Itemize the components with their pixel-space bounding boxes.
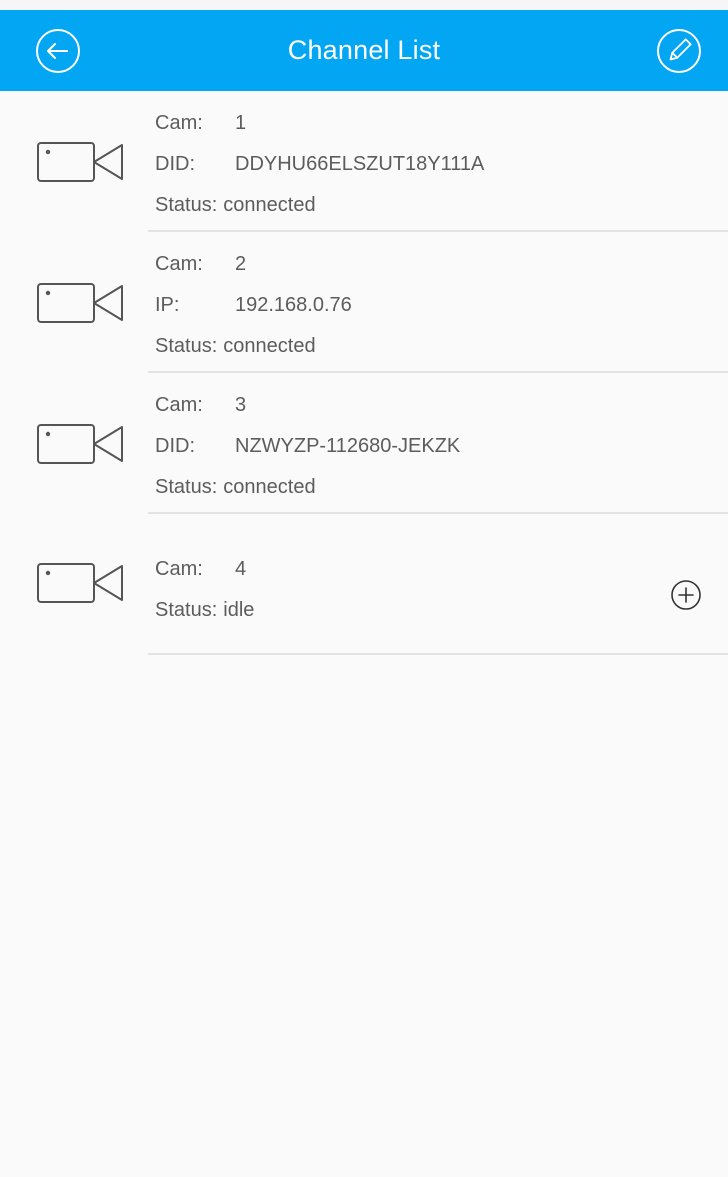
status-value: connected bbox=[223, 476, 316, 498]
device-id-value: DDYHU66ELSZUT18Y111A bbox=[235, 153, 485, 175]
video-camera-icon bbox=[37, 424, 123, 464]
status-value: connected bbox=[223, 335, 316, 357]
pencil-circle-icon bbox=[657, 29, 701, 73]
cam-number-line: Cam: 2 bbox=[155, 253, 352, 276]
status-value: idle bbox=[223, 599, 255, 621]
cam-number-line: Cam: 3 bbox=[155, 394, 460, 417]
cam-number-line: Cam: 4 bbox=[155, 558, 254, 581]
video-camera-icon bbox=[37, 283, 123, 323]
cam-label: Cam: bbox=[155, 558, 203, 580]
device-id-value: NZWYZP-112680-JEKZK bbox=[235, 435, 461, 457]
cam-label: Cam: bbox=[155, 112, 203, 134]
status-label: Status: bbox=[155, 599, 218, 621]
status-label: Status: bbox=[155, 335, 218, 357]
channel-list: Cam: 1 DID: DDYHU66ELSZUT18Y111A Status: co… bbox=[0, 91, 728, 655]
ip-address-line: IP: 192.168.0.76 bbox=[155, 294, 352, 317]
status-line: Status: connected bbox=[155, 476, 460, 499]
page-title: Channel List bbox=[287, 35, 441, 65]
video-camera-icon bbox=[37, 563, 123, 603]
plus-circle-icon bbox=[671, 580, 701, 610]
status-label: Status: bbox=[155, 476, 218, 498]
status-line: Status: connected bbox=[155, 194, 484, 217]
device-id-label: DID: bbox=[155, 435, 195, 457]
cam-label: Cam: bbox=[155, 253, 203, 275]
add-camera-button[interactable] bbox=[670, 579, 702, 611]
status-line: Status: idle bbox=[155, 599, 254, 622]
device-id-line: DID: NZWYZP-112680-JEKZK bbox=[155, 435, 460, 458]
device-id-label: DID: bbox=[155, 153, 195, 175]
channel-row[interactable]: Cam: 1 DID: DDYHU66ELSZUT18Y111A Status: co… bbox=[0, 91, 728, 232]
cam-label: Cam: bbox=[155, 394, 203, 416]
divider bbox=[148, 653, 728, 655]
status-bar bbox=[0, 0, 728, 10]
status-label: Status: bbox=[155, 194, 218, 216]
cam-number-line: Cam: 1 bbox=[155, 112, 484, 135]
status-value: connected bbox=[223, 194, 316, 216]
status-line: Status: connected bbox=[155, 335, 352, 358]
channel-row[interactable]: Cam: 2 IP: 192.168.0.76 Status: connected bbox=[0, 232, 728, 373]
cam-number: 1 bbox=[235, 112, 247, 134]
ip-address-value: 192.168.0.76 bbox=[235, 294, 352, 316]
cam-number: 2 bbox=[235, 253, 247, 275]
ip-address-label: IP: bbox=[155, 294, 180, 316]
device-id-line: DID: DDYHU66ELSZUT18Y111A bbox=[155, 153, 484, 176]
channel-row[interactable]: Cam: 3 DID: NZWYZP-112680-JEKZK Status: con… bbox=[0, 373, 728, 514]
edit-button[interactable] bbox=[656, 28, 702, 74]
app-bar: Channel List bbox=[0, 10, 728, 91]
cam-number: 3 bbox=[235, 394, 247, 416]
video-camera-icon bbox=[37, 142, 123, 182]
channel-row[interactable]: Cam: 4 Status: idle bbox=[0, 514, 728, 655]
cam-number: 4 bbox=[235, 558, 247, 580]
